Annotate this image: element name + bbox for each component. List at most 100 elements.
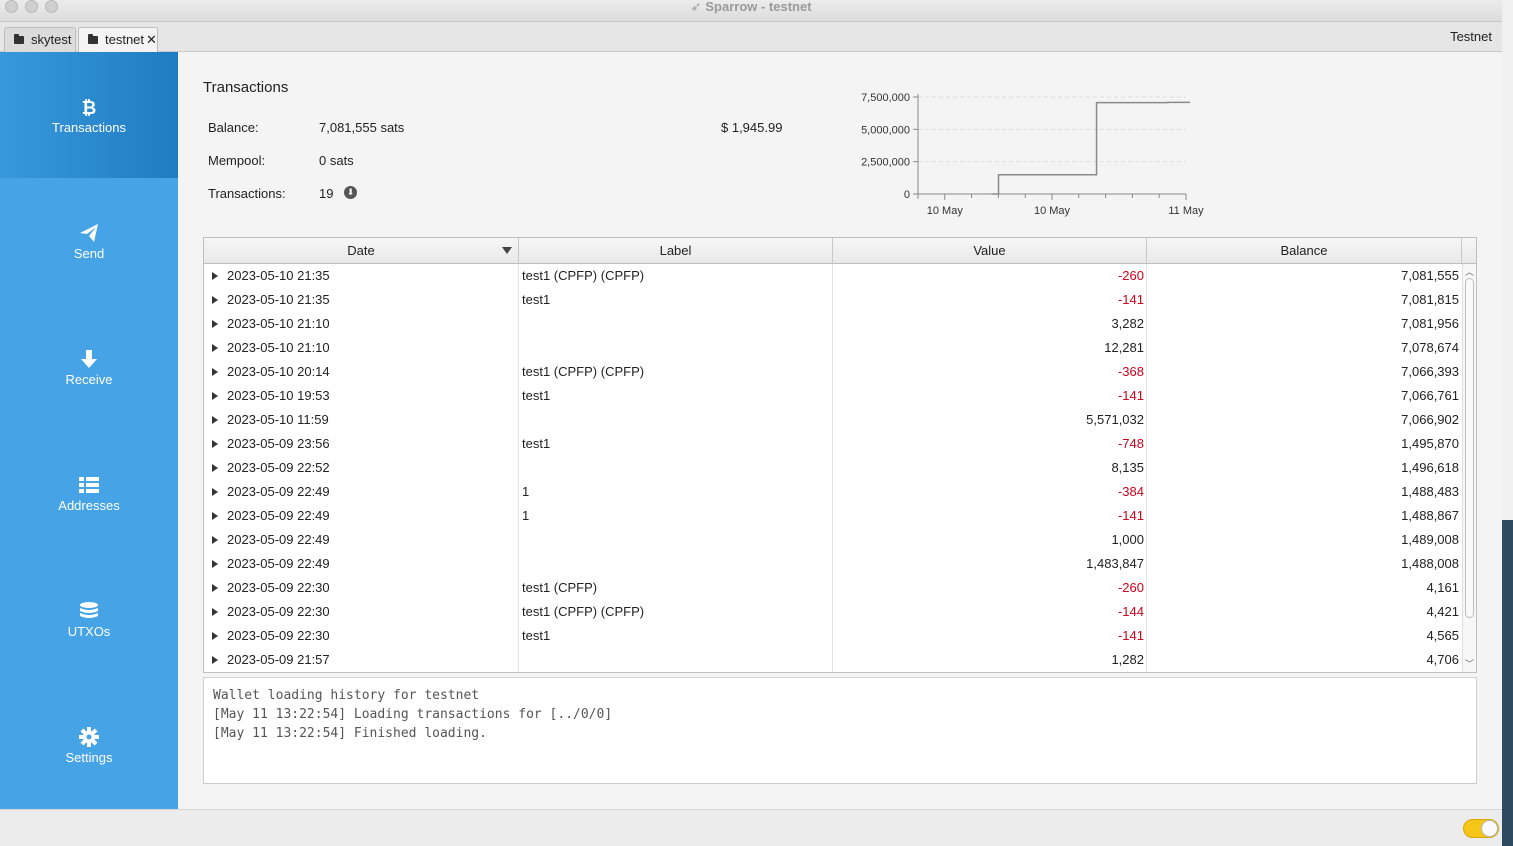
cell-date: 2023-05-10 21:35	[227, 292, 330, 307]
wallet-tab-bar: skytest testnet ✕ Testnet	[0, 22, 1502, 53]
cell-date: 2023-05-09 23:56	[227, 436, 330, 451]
column-header-balance[interactable]: Balance	[1147, 238, 1462, 264]
tab-skytest[interactable]: skytest	[4, 27, 76, 52]
table-row[interactable]: 2023-05-10 11:59 5,571,032 7,066,902	[204, 408, 1462, 432]
table-row[interactable]: 2023-05-10 20:14 test1 (CPFP) (CPFP) -368 7…	[204, 360, 1462, 384]
window-title-container: ➶ Sparrow - testnet	[0, 0, 1502, 14]
table-row[interactable]: 2023-05-10 21:35 test1 (CPFP) (CPFP) -260 7…	[204, 264, 1462, 288]
cell-label[interactable]: test1	[519, 384, 833, 408]
cell-date: 2023-05-10 21:10	[227, 316, 330, 331]
sidebar-item-send[interactable]: Send	[0, 178, 178, 304]
cell-date: 2023-05-09 22:52	[227, 460, 330, 475]
cell-label[interactable]	[519, 648, 833, 672]
table-header: Date Label Value Balance	[204, 238, 1476, 264]
cell-label[interactable]: test1 (CPFP) (CPFP)	[519, 264, 833, 288]
gear-icon	[79, 727, 99, 747]
column-header-value[interactable]: Value	[833, 238, 1147, 264]
scroll-down-icon[interactable]: ﹀	[1465, 657, 1474, 670]
download-icon[interactable]: ⬇	[344, 186, 357, 199]
tab-label: skytest	[31, 32, 72, 47]
send-icon	[80, 224, 98, 242]
cell-date: 2023-05-09 22:30	[227, 604, 330, 619]
cell-date: 2023-05-10 21:10	[227, 340, 330, 355]
table-row[interactable]: 2023-05-09 22:30 test1 -141 4,565	[204, 624, 1462, 648]
table-row[interactable]: 2023-05-09 22:49 1,483,847 1,488,008	[204, 552, 1462, 576]
chart-grid	[913, 96, 1186, 195]
cell-label[interactable]: test1	[519, 432, 833, 456]
cell-value: -368	[1117, 364, 1144, 379]
sidebar-item-label: Send	[73, 246, 105, 261]
cell-date: 2023-05-09 22:30	[227, 580, 330, 595]
cell-label[interactable]: test1 (CPFP) (CPFP)	[519, 360, 833, 384]
chart-y-tick-labels: 7,500,000 5,000,000 2,500,000 0	[861, 92, 910, 201]
sidebar-item-utxos[interactable]: UTXOs	[0, 556, 178, 682]
close-tab-icon[interactable]: ✕	[146, 32, 157, 47]
cell-date: 2023-05-10 20:14	[227, 364, 330, 379]
cell-label[interactable]: test1 (CPFP) (CPFP)	[519, 600, 833, 624]
scroll-up-icon[interactable]: ︿	[1465, 265, 1474, 278]
sparrow-logo-icon: ➶	[690, 0, 702, 14]
wallet-icon	[14, 34, 24, 44]
table-row[interactable]: 2023-05-09 21:57 1,282 4,706	[204, 648, 1462, 672]
column-header-label[interactable]: Label	[519, 238, 833, 264]
cell-balance: 4,421	[1426, 604, 1459, 619]
column-header-date[interactable]: Date	[204, 238, 519, 264]
table-scrollbar[interactable]: ︿ ﹀	[1462, 264, 1476, 672]
cell-balance: 7,066,902	[1401, 412, 1459, 427]
sidebar-item-transactions[interactable]: ₿ Transactions	[0, 52, 178, 178]
sidebar-item-label: Addresses	[58, 498, 120, 513]
cell-date: 2023-05-09 22:30	[227, 628, 330, 643]
sidebar-item-receive[interactable]: Receive	[0, 304, 178, 430]
server-connection-toggle[interactable]	[1463, 819, 1499, 838]
table-row[interactable]: 2023-05-10 21:10 3,282 7,081,956	[204, 312, 1462, 336]
cell-balance: 7,078,674	[1401, 340, 1459, 355]
chart-x-tick-label: 10 May	[1034, 205, 1071, 217]
sidebar-item-label: Receive	[65, 372, 113, 387]
tab-testnet[interactable]: testnet ✕	[78, 27, 158, 53]
table-row[interactable]: 2023-05-10 21:10 12,281 7,078,674	[204, 336, 1462, 360]
cell-label[interactable]: test1	[519, 624, 833, 648]
cell-balance: 4,706	[1426, 652, 1459, 667]
scrollbar-thumb[interactable]	[1465, 278, 1474, 618]
log-line: [May 11 13:22:54] Finished loading.	[213, 726, 487, 741]
cell-value: -748	[1117, 436, 1144, 451]
table-row[interactable]: 2023-05-09 22:30 test1 (CPFP) (CPFP) -144 4…	[204, 600, 1462, 624]
cell-label[interactable]	[519, 528, 833, 552]
table-row[interactable]: 2023-05-09 22:49 1,000 1,489,008	[204, 528, 1462, 552]
cell-label[interactable]: 1	[519, 504, 833, 528]
cell-date: 2023-05-09 22:49	[227, 484, 330, 499]
cell-date: 2023-05-09 22:49	[227, 508, 330, 523]
cell-label[interactable]	[519, 456, 833, 480]
cell-date: 2023-05-09 22:49	[227, 532, 330, 547]
toggle-knob	[1481, 820, 1498, 837]
cell-value: 12,281	[1104, 340, 1144, 355]
cell-label[interactable]: test1	[519, 288, 833, 312]
table-row[interactable]: 2023-05-09 22:49 1 -141 1,488,867	[204, 504, 1462, 528]
cell-label[interactable]	[519, 336, 833, 360]
transactions-count: 19	[319, 186, 334, 201]
cell-value: -144	[1117, 604, 1144, 619]
table-row[interactable]: 2023-05-09 23:56 test1 -748 1,495,870	[204, 432, 1462, 456]
cell-label[interactable]	[519, 408, 833, 432]
table-row[interactable]: 2023-05-09 22:52 8,135 1,496,618	[204, 456, 1462, 480]
sidebar-item-settings[interactable]: Settings	[0, 682, 178, 808]
title-bar: ➶ Sparrow - testnet	[0, 0, 1502, 22]
table-row[interactable]: 2023-05-10 21:35 test1 -141 7,081,815	[204, 288, 1462, 312]
table-row[interactable]: 2023-05-09 22:49 1 -384 1,488,483	[204, 480, 1462, 504]
cell-label[interactable]	[519, 552, 833, 576]
sidebar-item-addresses[interactable]: Addresses	[0, 430, 178, 556]
table-row[interactable]: 2023-05-09 22:30 test1 (CPFP) -260 4,161	[204, 576, 1462, 600]
desktop-background	[1502, 0, 1513, 846]
transactions-label: Transactions:	[208, 186, 286, 201]
cell-balance: 7,081,815	[1401, 292, 1459, 307]
chart-x-tick-labels: 10 May 10 May 11 May	[927, 205, 1204, 217]
table-row[interactable]: 2023-05-10 19:53 test1 -141 7,066,761	[204, 384, 1462, 408]
cell-label[interactable]: 1	[519, 480, 833, 504]
cell-label[interactable]	[519, 312, 833, 336]
cell-balance: 1,488,867	[1401, 508, 1459, 523]
cell-label[interactable]: test1 (CPFP)	[519, 576, 833, 600]
cell-balance: 4,565	[1426, 628, 1459, 643]
chart-x-tick-label: 10 May	[927, 205, 964, 217]
fiat-balance: $ 1,945.99	[721, 120, 783, 135]
cell-value: -260	[1117, 268, 1144, 283]
